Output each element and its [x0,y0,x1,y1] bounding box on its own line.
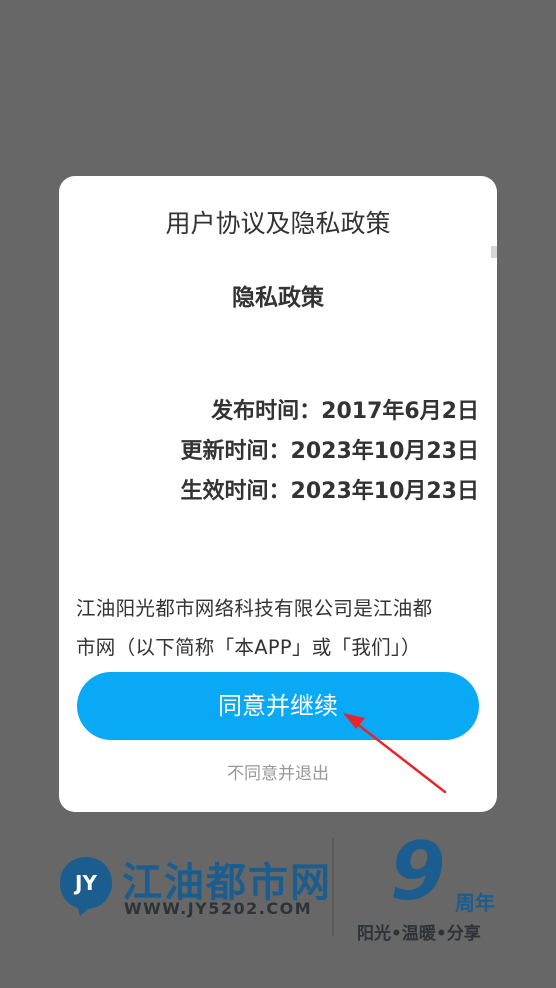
dialog-title: 用户协议及隐私政策 [165,209,391,238]
policy-dialog: 用户协议及隐私政策 隐私政策 发布时间：2017年6月2日 更新时间：2023年… [59,176,497,812]
scrollbar-thumb[interactable] [491,246,497,258]
effective-date: 生效时间：2023年10月23日 [180,479,479,504]
anniversary-label: 周年 [455,891,495,915]
decline-exit-button[interactable]: 不同意并退出 [59,759,497,784]
update-date: 更新时间：2023年10月23日 [180,439,479,464]
brand-divider [332,838,334,936]
logo-text: JY [73,871,97,895]
agree-continue-button[interactable]: 同意并继续 [77,672,479,740]
publish-date: 发布时间：2017年6月2日 [211,399,479,424]
speech-bubble-logo-icon: JY [60,857,112,916]
intro-line: 市网（以下简称「本APP」或「我们」） [76,636,421,659]
policy-heading: 隐私政策 [232,285,324,311]
policy-intro-text: 江油阳光都市网络科技有限公司是江油都 市网（以下简称「本APP」或「我们」） [76,589,483,667]
anniversary-number: 9 [390,825,446,918]
policy-dates: 发布时间：2017年6月2日 更新时间：2023年10月23日 生效时间：202… [181,392,479,512]
brand-url: WWW.JY5202.COM [124,899,313,918]
intro-line: 江油阳光都市网络科技有限公司是江油都 [76,597,433,620]
brand-slogan: 阳光•温暖•分享 [357,924,481,944]
